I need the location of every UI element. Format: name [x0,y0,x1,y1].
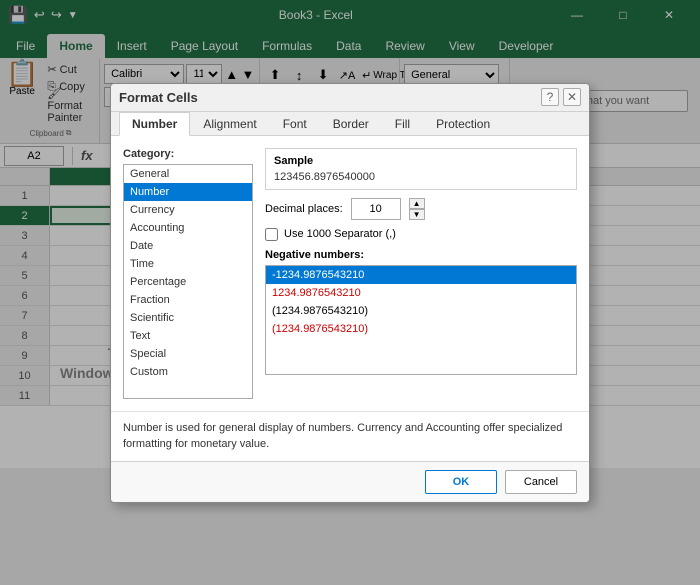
modal-help-button[interactable]: ? [541,88,559,106]
category-number[interactable]: Number [124,183,252,201]
category-currency[interactable]: Currency [124,201,252,219]
format-cells-dialog: Format Cells ? ✕ Number Alignment Font B… [110,83,590,503]
category-custom[interactable]: Custom [124,363,252,381]
decimal-row: Decimal places: ▲ ▼ [265,198,577,220]
category-label: Category: [123,148,253,160]
category-accounting[interactable]: Accounting [124,219,252,237]
category-date[interactable]: Date [124,237,252,255]
category-general[interactable]: General [124,165,252,183]
category-time[interactable]: Time [124,255,252,273]
neg-item-2[interactable]: 1234.9876543210 [266,284,576,302]
category-text[interactable]: Text [124,327,252,345]
category-list[interactable]: General Number Currency Accounting Date … [123,164,253,399]
modal-description: Number is used for general display of nu… [111,411,589,461]
category-scientific[interactable]: Scientific [124,309,252,327]
modal-title: Format Cells [119,90,198,105]
decimal-label: Decimal places: [265,203,343,215]
separator-row: Use 1000 Separator (,) [265,228,577,241]
modal-close-button[interactable]: ✕ [563,88,581,106]
cancel-button[interactable]: Cancel [505,470,577,494]
neg-item-4[interactable]: (1234.9876543210) [266,320,576,338]
separator-checkbox[interactable] [265,228,278,241]
modal-tab-bar: Number Alignment Font Border Fill Protec… [111,112,589,136]
sample-value: 123456.8976540000 [274,171,568,183]
modal-tab-border[interactable]: Border [320,112,382,136]
neg-item-3[interactable]: (1234.9876543210) [266,302,576,320]
modal-overlay: Format Cells ? ✕ Number Alignment Font B… [0,0,700,585]
decimal-spinner: ▲ ▼ [409,198,425,220]
negative-numbers-list[interactable]: -1234.9876543210 1234.9876543210 (1234.9… [265,265,577,375]
neg-item-1[interactable]: -1234.9876543210 [266,266,576,284]
negative-numbers-label: Negative numbers: [265,249,577,261]
modal-left-panel: Category: General Number Currency Accoun… [123,148,253,399]
decimal-increment-button[interactable]: ▲ [409,198,425,209]
negative-numbers-section: Negative numbers: -1234.9876543210 1234.… [265,249,577,375]
category-special[interactable]: Special [124,345,252,363]
category-percentage[interactable]: Percentage [124,273,252,291]
modal-tab-fill[interactable]: Fill [382,112,423,136]
modal-footer: OK Cancel [111,461,589,502]
sample-box: Sample 123456.8976540000 [265,148,577,190]
ok-button[interactable]: OK [425,470,497,494]
modal-tab-alignment[interactable]: Alignment [190,112,269,136]
modal-controls: ? ✕ [541,88,581,106]
modal-tab-number[interactable]: Number [119,112,190,136]
decimal-input[interactable] [351,198,401,220]
modal-tab-font[interactable]: Font [270,112,320,136]
modal-right-panel: Sample 123456.8976540000 Decimal places:… [265,148,577,399]
modal-tab-protection[interactable]: Protection [423,112,503,136]
separator-label: Use 1000 Separator (,) [284,228,396,240]
category-fraction[interactable]: Fraction [124,291,252,309]
decimal-decrement-button[interactable]: ▼ [409,209,425,220]
modal-titlebar: Format Cells ? ✕ [111,84,589,112]
sample-label: Sample [274,155,568,167]
modal-body: Category: General Number Currency Accoun… [111,136,589,411]
